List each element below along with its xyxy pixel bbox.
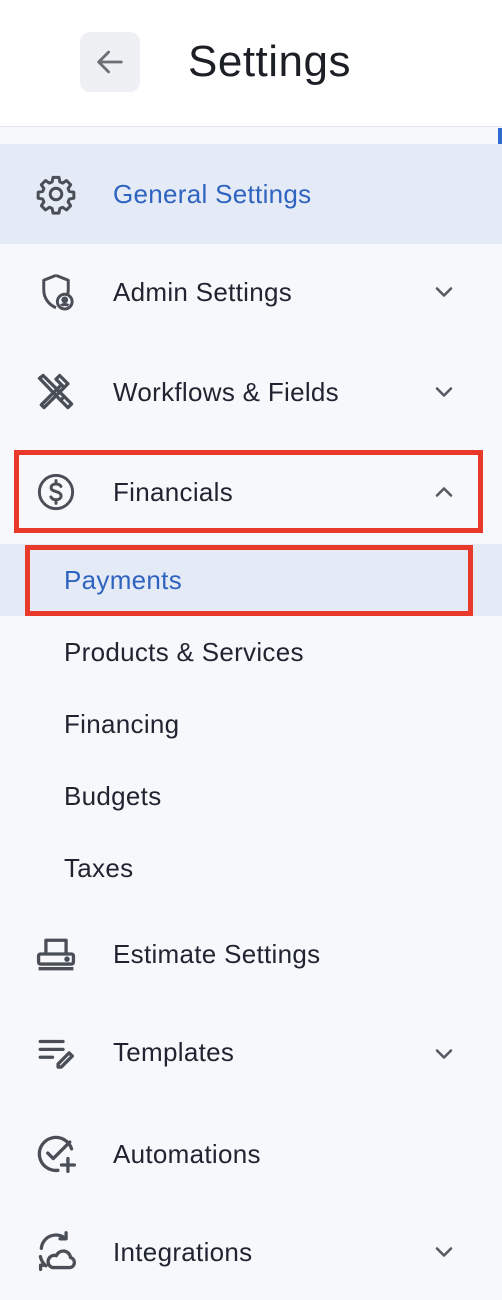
nav-item-label: Financials [113, 476, 234, 507]
nav-item-label: General Settings [113, 178, 312, 209]
subnav-item-label: Budgets [64, 780, 162, 811]
nav-item-label: Templates [113, 1036, 235, 1067]
nav-item-admin-settings[interactable]: Admin Settings [0, 244, 502, 340]
printer-icon [34, 932, 78, 976]
chevron-down-icon[interactable] [428, 1236, 460, 1268]
subnav-item-products-services[interactable]: Products & Services [0, 616, 502, 688]
nav-item-label: Workflows & Fields [113, 376, 339, 407]
sync-cloud-icon [34, 1230, 78, 1274]
subnav-item-label: Taxes [64, 852, 134, 883]
subnav-item-financing[interactable]: Financing [0, 688, 502, 760]
nav-item-general-settings[interactable]: General Settings [0, 144, 502, 244]
nav-item-label: Estimate Settings [113, 938, 321, 969]
nav-item-label: Admin Settings [113, 276, 293, 307]
subnav-item-label: Financing [64, 708, 180, 739]
tools-icon [34, 370, 78, 414]
subnav-item-payments[interactable]: Payments [0, 544, 502, 616]
settings-header: Settings [0, 0, 502, 127]
subnav-item-label: Products & Services [64, 636, 304, 667]
arrow-left-icon [97, 50, 123, 74]
nav-item-estimate-settings[interactable]: Estimate Settings [0, 906, 502, 1002]
nav-item-automations[interactable]: Automations [0, 1106, 502, 1202]
subnav-item-taxes[interactable]: Taxes [0, 832, 502, 904]
dollar-circle-icon [34, 470, 78, 514]
subnav-item-budgets[interactable]: Budgets [0, 760, 502, 832]
chevron-down-icon[interactable] [428, 276, 460, 308]
chevron-down-icon[interactable] [428, 1038, 460, 1070]
nav-item-templates[interactable]: Templates [0, 1004, 502, 1100]
back-button[interactable] [80, 32, 140, 92]
subnav-item-label: Payments [64, 564, 183, 595]
chevron-up-icon[interactable] [428, 476, 460, 508]
page-title: Settings [188, 37, 351, 86]
check-plus-icon [34, 1132, 78, 1176]
nav-item-financials[interactable]: Financials [0, 444, 502, 540]
nav-item-label: Automations [113, 1138, 261, 1169]
gear-icon [34, 172, 78, 216]
nav-item-integrations[interactable]: Integrations [0, 1204, 502, 1300]
nav-item-workflows-fields[interactable]: Workflows & Fields [0, 342, 502, 442]
chevron-down-icon[interactable] [428, 376, 460, 408]
shield-user-icon [34, 270, 78, 314]
nav-item-label: Integrations [113, 1236, 253, 1267]
list-edit-icon [34, 1030, 78, 1074]
